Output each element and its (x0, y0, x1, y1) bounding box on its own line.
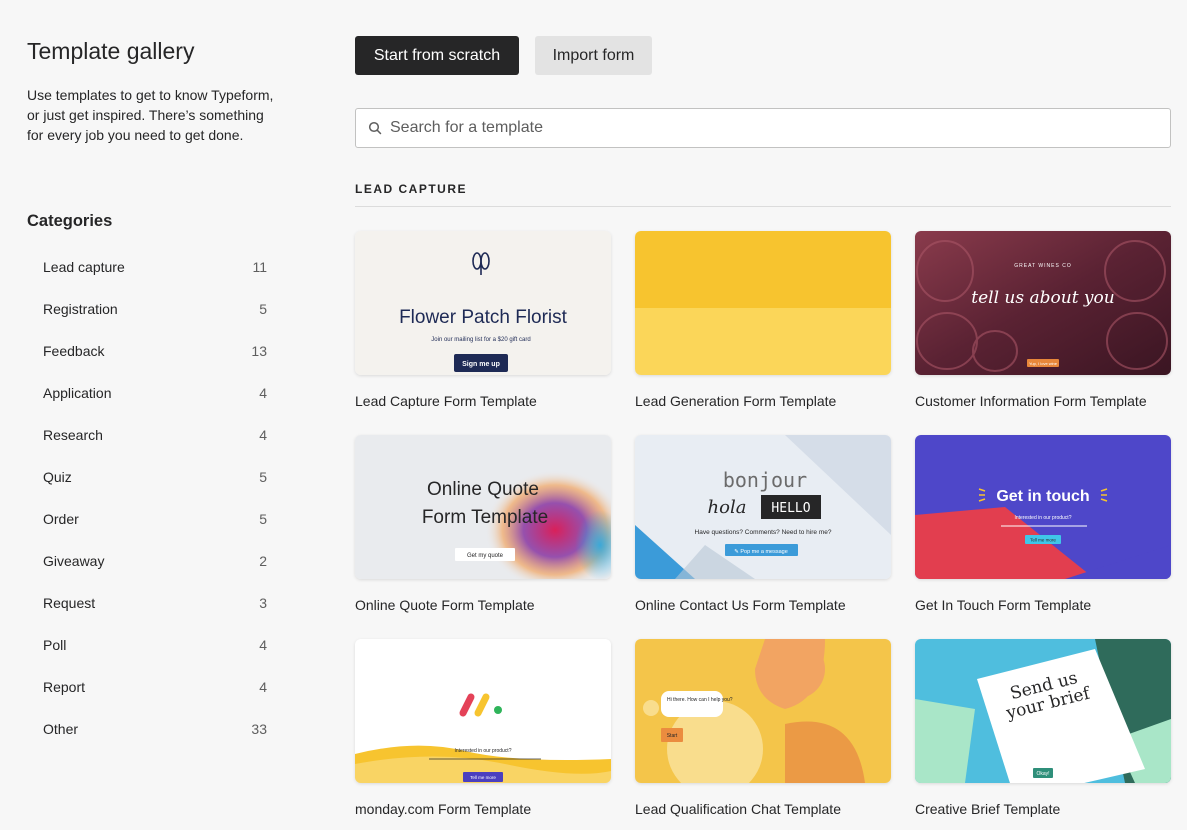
thumb-word-hola: hola (708, 497, 747, 518)
category-label: Quiz (43, 469, 72, 485)
category-count: 5 (259, 301, 267, 317)
gallery-description: Use templates to get to know Typeform, o… (27, 87, 274, 143)
template-thumbnail: Send us your brief Okay! (915, 639, 1171, 783)
section-divider (355, 206, 1171, 207)
category-item-quiz[interactable]: Quiz 5 (27, 456, 277, 498)
template-thumbnail: bonjour hola HELLO Have questions? Comme… (635, 435, 891, 579)
search-input[interactable] (390, 119, 1150, 137)
template-card-online-contact-us[interactable]: bonjour hola HELLO Have questions? Comme… (635, 435, 891, 613)
template-card-lead-qualification-chat[interactable]: Hi there. How can I help you? Start Lead… (635, 639, 891, 817)
template-thumbnail: GREAT WINES CO tell us about you Yup, I … (915, 231, 1171, 375)
template-thumbnail: Online Quote Form Template Get my quote (355, 435, 611, 579)
template-name: monday.com Form Template (355, 801, 532, 817)
category-count: 4 (259, 427, 267, 443)
category-label: Report (43, 679, 86, 695)
categories-heading: Categories (27, 212, 113, 230)
template-card-customer-information[interactable]: GREAT WINES CO tell us about you Yup, I … (915, 231, 1171, 409)
category-label: Order (43, 511, 79, 527)
thumb-title: Flower Patch Florist (399, 307, 568, 328)
thumb-button: Get my quote (467, 553, 504, 559)
search-icon (368, 121, 382, 135)
category-count: 11 (252, 259, 267, 275)
category-label: Registration (43, 301, 118, 317)
thumb-button: Tell me more (1030, 538, 1056, 543)
template-thumbnail: Hi there. How can I help you? Start (635, 639, 891, 783)
category-label: Poll (43, 637, 67, 653)
category-count: 3 (259, 595, 267, 611)
category-item-other[interactable]: Other 33 (27, 708, 277, 750)
template-thumbnail (635, 231, 891, 375)
template-name: Customer Information Form Template (915, 393, 1147, 409)
category-label: Lead capture (43, 259, 125, 275)
category-count: 4 (259, 637, 267, 653)
category-item-request[interactable]: Request 3 (27, 582, 277, 624)
category-label: Application (43, 385, 112, 401)
category-item-feedback[interactable]: Feedback 13 (27, 330, 277, 372)
category-count: 5 (259, 511, 267, 527)
thumb-button: Sign me up (462, 361, 500, 368)
template-card-lead-generation[interactable]: Lead Generation Form Template (635, 231, 891, 409)
thumb-subtitle: Join our mailing list for a $20 gift car… (431, 337, 530, 343)
thumb-word-bonjour: bonjour (723, 468, 807, 492)
category-count: 4 (259, 385, 267, 401)
category-item-research[interactable]: Research 4 (27, 414, 277, 456)
thumb-button: Tell me more (470, 775, 496, 780)
template-thumbnail: Flower Patch Florist Join our mailing li… (355, 231, 611, 375)
template-name: Lead Capture Form Template (355, 393, 537, 409)
thumb-button: Start (667, 733, 678, 739)
category-label: Other (43, 721, 79, 737)
template-name: Creative Brief Template (915, 801, 1061, 817)
start-from-scratch-button[interactable]: Start from scratch (355, 36, 519, 75)
thumb-title-line1: Online Quote (427, 479, 539, 500)
category-count: 33 (251, 721, 267, 737)
thumb-title-line2: Form Template (422, 507, 548, 528)
section-title: LEAD CAPTURE (355, 182, 468, 196)
thumb-subtitle: Interested in our product? (455, 748, 512, 754)
category-item-report[interactable]: Report 4 (27, 666, 277, 708)
template-name: Get In Touch Form Template (915, 597, 1092, 613)
page-title: Template gallery (27, 38, 195, 64)
template-card-get-in-touch[interactable]: Get in touch Interested in our product? … (915, 435, 1171, 613)
template-thumbnail: Get in touch Interested in our product? … (915, 435, 1171, 579)
category-count: 5 (259, 469, 267, 485)
template-card-lead-capture[interactable]: Flower Patch Florist Join our mailing li… (355, 231, 611, 409)
template-card-monday[interactable]: Interested in our product? Tell me more … (355, 639, 611, 817)
category-item-poll[interactable]: Poll 4 (27, 624, 277, 666)
template-name: Online Quote Form Template (355, 597, 535, 613)
thumb-chat-bubble: Hi there. How can I help you? (667, 697, 733, 703)
category-count: 4 (259, 679, 267, 695)
category-item-order[interactable]: Order 5 (27, 498, 277, 540)
thumb-button: Okay! (1036, 771, 1049, 777)
thumb-subtitle: Have questions? Comments? Need to hire m… (695, 529, 832, 536)
import-form-button[interactable]: Import form (535, 36, 652, 75)
template-name: Lead Generation Form Template (635, 393, 837, 409)
thumb-pretitle: GREAT WINES CO (1014, 263, 1071, 269)
category-item-giveaway[interactable]: Giveaway 2 (27, 540, 277, 582)
thumb-button: Yup, I love wine (1029, 361, 1058, 366)
template-thumbnail: Interested in our product? Tell me more (355, 639, 611, 783)
category-item-application[interactable]: Application 4 (27, 372, 277, 414)
category-label: Feedback (43, 343, 105, 359)
main-content: Start from scratch Import form LEAD CAPT… (355, 0, 1171, 830)
thumb-word-hello: HELLO (771, 501, 810, 516)
category-label: Research (43, 427, 103, 443)
template-card-creative-brief[interactable]: Send us your brief Okay! Creative Brief … (915, 639, 1171, 817)
category-list: Lead capture 11 Registration 5 Feedback 13 … (27, 246, 277, 750)
template-name: Lead Qualification Chat Template (635, 801, 841, 817)
thumb-title: Get in touch (996, 488, 1089, 505)
category-label: Giveaway (43, 553, 105, 569)
search-box[interactable] (355, 108, 1171, 148)
template-name: Online Contact Us Form Template (635, 597, 846, 613)
category-count: 13 (251, 343, 267, 359)
thumb-title: tell us about you (971, 288, 1114, 308)
category-count: 2 (259, 553, 267, 569)
thumb-subtitle: Interested in our product? (1015, 515, 1072, 521)
category-item-lead-capture[interactable]: Lead capture 11 (27, 246, 277, 288)
template-card-online-quote[interactable]: Online Quote Form Template Get my quote … (355, 435, 611, 613)
category-item-registration[interactable]: Registration 5 (27, 288, 277, 330)
thumb-button: ✎ Pop me a message (734, 548, 788, 555)
category-label: Request (43, 595, 96, 611)
